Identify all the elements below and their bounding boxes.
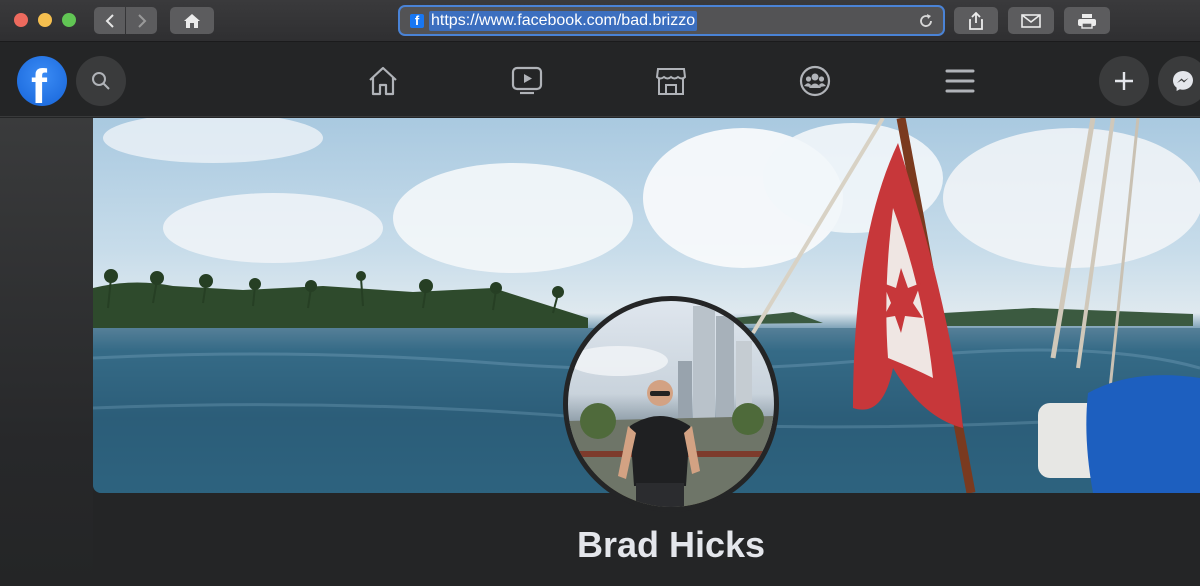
create-button[interactable]: [1099, 56, 1149, 106]
search-icon: [92, 72, 110, 90]
messenger-icon: [1173, 71, 1193, 91]
printer-icon: [1078, 13, 1096, 29]
share-button[interactable]: [954, 7, 998, 34]
watch-icon: [511, 66, 543, 95]
search-button[interactable]: [76, 56, 126, 106]
envelope-icon: [1021, 13, 1041, 28]
profile-picture[interactable]: [563, 296, 779, 512]
menu-icon: [945, 69, 975, 93]
home-icon: [369, 66, 397, 96]
share-icon: [969, 11, 983, 30]
nav-marketplace[interactable]: [653, 63, 689, 99]
groups-icon: [799, 65, 831, 97]
back-button[interactable]: [94, 7, 125, 34]
nav-groups[interactable]: [797, 63, 833, 99]
print-button[interactable]: [1064, 7, 1110, 34]
messenger-button[interactable]: [1158, 56, 1200, 106]
nav-menu[interactable]: [942, 63, 978, 99]
close-window-button[interactable]: [14, 13, 28, 27]
address-bar[interactable]: f https://www.facebook.com/bad.brizzo: [398, 5, 945, 36]
mail-button[interactable]: [1008, 7, 1054, 34]
browser-toolbar: f https://www.facebook.com/bad.brizzo: [0, 0, 1200, 42]
chevron-right-icon: [137, 13, 146, 28]
facebook-favicon-icon: f: [410, 13, 424, 28]
reload-icon[interactable]: [917, 12, 935, 30]
profile-picture-image: [568, 306, 774, 507]
forward-button[interactable]: [126, 7, 157, 34]
facebook-header: f: [0, 43, 1200, 117]
zoom-window-button[interactable]: [62, 13, 76, 27]
home-icon: [184, 13, 200, 28]
plus-icon: [1115, 72, 1133, 90]
nav-watch[interactable]: [509, 63, 545, 99]
marketplace-icon: [655, 68, 687, 95]
chevron-left-icon: [105, 13, 114, 28]
url-text: https://www.facebook.com/bad.brizzo: [429, 10, 698, 31]
nav-home[interactable]: [365, 63, 401, 99]
facebook-logo[interactable]: f: [17, 56, 67, 106]
profile-name: Brad Hicks: [576, 524, 766, 565]
minimize-window-button[interactable]: [38, 13, 52, 27]
home-button[interactable]: [170, 7, 214, 34]
left-gutter: [0, 118, 93, 586]
